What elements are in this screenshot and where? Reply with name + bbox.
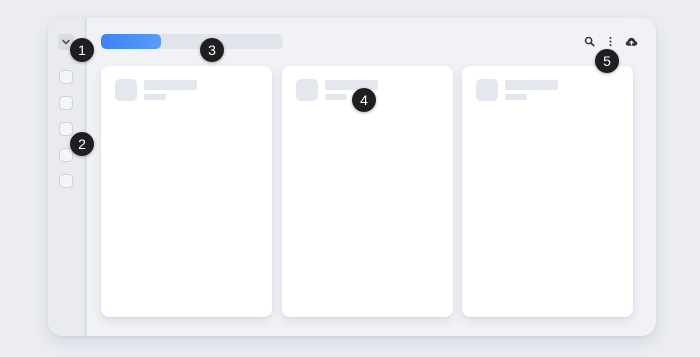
sidebar-item-3[interactable] bbox=[59, 122, 73, 136]
more-options-button[interactable] bbox=[604, 35, 617, 48]
upload-button[interactable] bbox=[625, 35, 638, 48]
callout-marker-1: 1 bbox=[70, 38, 94, 62]
card-subtitle-placeholder bbox=[144, 94, 166, 100]
tab-active[interactable] bbox=[101, 34, 161, 49]
card-title-placeholder bbox=[144, 80, 197, 90]
card-title-placeholder bbox=[505, 80, 558, 90]
sidebar-rail bbox=[48, 18, 87, 336]
card-thumbnail bbox=[476, 79, 498, 101]
main-area bbox=[87, 18, 656, 336]
cloud-upload-icon bbox=[625, 37, 638, 46]
card-thumbnail bbox=[296, 79, 318, 101]
callout-marker-2: 2 bbox=[70, 132, 94, 156]
card-subtitle-placeholder bbox=[505, 94, 527, 100]
search-button[interactable] bbox=[583, 35, 596, 48]
search-icon bbox=[584, 36, 595, 47]
card-title-placeholder bbox=[325, 80, 378, 90]
card-3[interactable] bbox=[462, 66, 633, 317]
card-1[interactable] bbox=[101, 66, 272, 317]
toolbar bbox=[583, 35, 638, 48]
more-vertical-icon bbox=[609, 36, 612, 47]
card-subtitle-placeholder bbox=[325, 94, 347, 100]
app-window bbox=[48, 18, 656, 336]
sidebar-item-5[interactable] bbox=[59, 174, 73, 188]
tab-bar[interactable] bbox=[101, 34, 283, 49]
callout-marker-3: 3 bbox=[200, 38, 224, 62]
chevron-down-icon bbox=[62, 39, 70, 45]
sidebar-item-1[interactable] bbox=[59, 70, 73, 84]
callout-marker-4: 4 bbox=[352, 88, 376, 112]
sidebar-item-2[interactable] bbox=[59, 96, 73, 110]
screen: 1 2 3 4 5 bbox=[0, 0, 700, 357]
card-thumbnail bbox=[115, 79, 137, 101]
callout-marker-5: 5 bbox=[595, 49, 619, 73]
